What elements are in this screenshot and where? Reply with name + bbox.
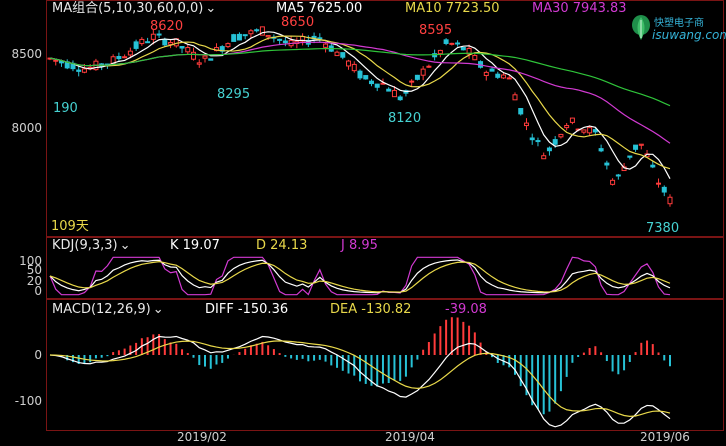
low-annotation-3: 8120 bbox=[388, 111, 422, 126]
low-annotation-2: 8295 bbox=[217, 87, 251, 102]
logo-cn-text: 快塑电子商 bbox=[654, 18, 704, 29]
kdj-d-readout: D 24.13 bbox=[256, 238, 308, 253]
kdj-tick-0: 0 bbox=[34, 284, 42, 298]
kdj-indicator-menu[interactable]: KDJ(9,3,3) ⌄ bbox=[52, 238, 131, 254]
site-logo[interactable]: 快塑电子商 isuwang.com bbox=[630, 8, 726, 48]
chevron-down-icon: ⌄ bbox=[119, 238, 131, 253]
macd-value-readout: -39.08 bbox=[445, 302, 487, 317]
kdj-k-readout: K 19.07 bbox=[170, 238, 220, 253]
leaf-logo-icon bbox=[632, 15, 650, 40]
high-annotation-1: 8620 bbox=[150, 19, 184, 34]
low-annotation-1: 190 bbox=[53, 101, 78, 116]
chevron-down-icon: ⌄ bbox=[205, 1, 217, 16]
macd-tick-minus100: -100 bbox=[14, 394, 42, 408]
main-panel bbox=[46, 0, 724, 237]
last-price-annotation: 7380 bbox=[646, 221, 680, 236]
y-tick-8000: 8000 bbox=[11, 121, 42, 135]
x-tick-jun: 2019/06 bbox=[640, 430, 690, 444]
ma10-readout: MA10 7723.50 bbox=[405, 1, 500, 16]
macd-dea-readout: DEA -130.82 bbox=[330, 302, 412, 317]
y-tick-8500: 8500 bbox=[11, 47, 42, 61]
chevron-down-icon: ⌄ bbox=[152, 302, 164, 317]
kdj-j-readout: J 8.95 bbox=[341, 238, 378, 253]
ma-indicator-menu[interactable]: MA组合(5,10,30,60,0,0) ⌄ bbox=[52, 1, 216, 17]
high-annotation-3: 8595 bbox=[419, 23, 453, 38]
kdj-indicator-label: KDJ(9,3,3) bbox=[52, 238, 118, 253]
macd-indicator-menu[interactable]: MACD(12,26,9) ⌄ bbox=[52, 302, 164, 318]
x-tick-feb: 2019/02 bbox=[177, 430, 227, 444]
high-annotation-2: 8650 bbox=[281, 15, 315, 30]
macd-indicator-label: MACD(12,26,9) bbox=[52, 302, 151, 317]
ma-indicator-label: MA组合(5,10,30,60,0,0) bbox=[52, 1, 204, 16]
logo-en-text: isuwang.com bbox=[652, 28, 726, 42]
x-tick-apr: 2019/04 bbox=[385, 430, 435, 444]
macd-diff-readout: DIFF -150.36 bbox=[205, 302, 289, 317]
ma30-readout: MA30 7943.83 bbox=[532, 1, 627, 16]
macd-tick-0: 0 bbox=[34, 348, 42, 362]
kdj-panel bbox=[46, 237, 724, 299]
period-label: 109天 bbox=[51, 219, 89, 234]
macd-panel bbox=[46, 299, 724, 431]
